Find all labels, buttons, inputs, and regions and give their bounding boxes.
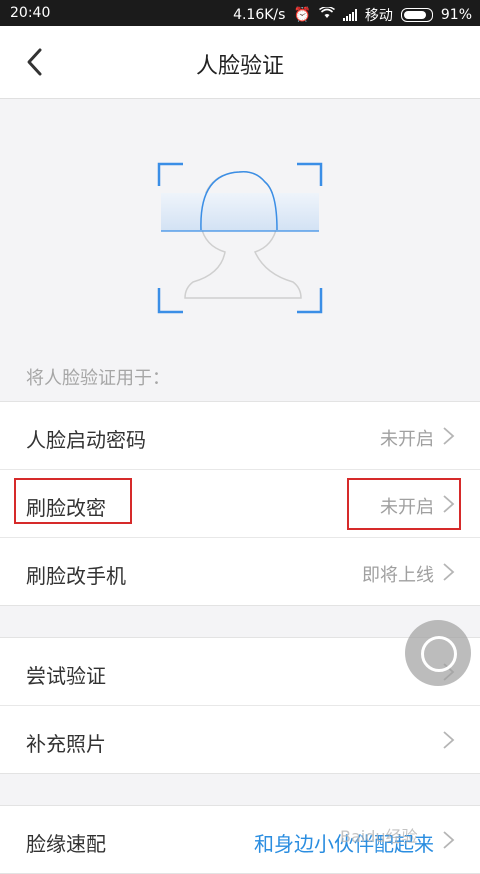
carrier-label: 移动 xyxy=(364,8,393,24)
wifi-icon xyxy=(318,6,335,23)
status-time: 20:40 xyxy=(10,5,51,21)
battery-percent: 91% xyxy=(440,7,472,23)
annotation-box-label xyxy=(14,478,132,524)
row-label: 刷脸改手机 xyxy=(26,564,126,588)
battery-icon xyxy=(400,8,433,22)
chevron-right-icon xyxy=(442,730,456,750)
row-label: 尝试验证 xyxy=(26,664,106,688)
watermark: Baidu经验 xyxy=(340,827,418,846)
circle-icon xyxy=(421,636,457,672)
face-scan-graphic xyxy=(157,162,323,314)
nav-bar: 人脸验证 xyxy=(0,26,480,99)
row-status: 未开启 xyxy=(380,429,434,450)
face-illustration xyxy=(0,98,480,353)
row-label: 人脸启动密码 xyxy=(26,428,146,452)
network-speed: 4.16K/s xyxy=(233,7,286,23)
chevron-right-icon xyxy=(442,426,456,446)
page-title: 人脸验证 xyxy=(195,54,284,79)
row-face-startup-password[interactable]: 人脸启动密码 未开启 xyxy=(0,402,480,470)
row-status: 即将上线 xyxy=(362,565,434,586)
chevron-right-icon xyxy=(442,830,456,850)
alarm-icon: ⏰ xyxy=(293,7,311,23)
row-label: 补充照片 xyxy=(26,732,106,756)
floating-assist-button[interactable] xyxy=(405,620,471,686)
chevron-right-icon xyxy=(442,562,456,582)
status-bar: 20:40 4.16K/s ⏰ 移动 91% xyxy=(0,0,480,26)
battery-level-fill xyxy=(403,11,426,19)
annotation-box-status xyxy=(347,478,461,530)
row-add-photo[interactable]: 补充照片 xyxy=(0,706,480,773)
signal-icon xyxy=(342,9,357,21)
row-face-change-phone[interactable]: 刷脸改手机 即将上线 xyxy=(0,538,480,605)
section-label: 将人脸验证用于： xyxy=(26,368,170,389)
